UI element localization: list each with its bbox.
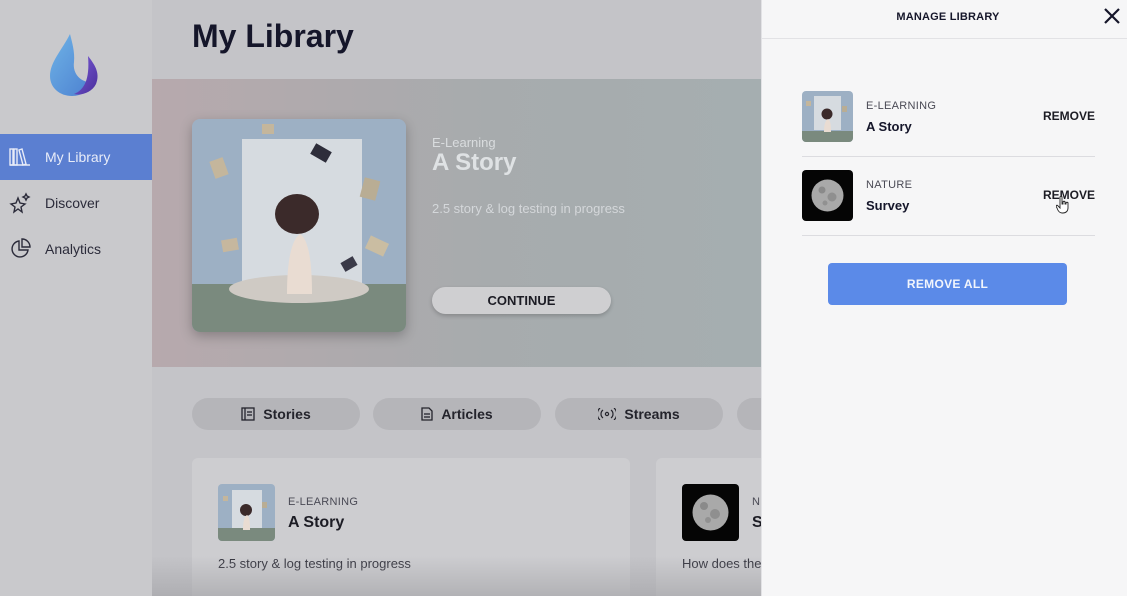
main-content: My Library E-Learning A Story 2.5 story … [152,0,761,596]
pie-chart-icon [9,238,31,260]
card-thumbnail [682,484,739,541]
card-category: E-LEARNING [288,496,359,508]
hero-banner: E-Learning A Story 2.5 story & log testi… [152,79,761,367]
remove-button[interactable]: REMOVE [1043,109,1095,123]
item-thumbnail [802,170,853,221]
library-card[interactable]: N S How does the [656,458,761,596]
drawer-title: MANAGE LIBRARY [896,11,1000,23]
close-icon [1104,8,1120,24]
tab-articles[interactable]: Articles [373,398,541,430]
library-icon [9,146,31,168]
tab-label: Streams [624,406,680,422]
close-button[interactable] [1102,6,1122,26]
drawer-header: MANAGE LIBRARY [762,0,1127,39]
sidebar-item-label: Analytics [45,241,102,257]
tab-label: Stories [263,406,311,422]
card-thumbnail [218,484,275,541]
tab-label: Articles [441,406,493,422]
sparkle-star-icon [9,192,31,214]
hero-cover-image[interactable] [192,119,406,332]
book-icon [241,407,255,421]
continue-button[interactable]: CONTINUE [432,287,611,314]
card-title: S [752,514,761,531]
broadcast-icon [598,408,617,420]
sidebar: My Library Discover Analytics [0,0,152,596]
tab-streams[interactable]: Streams [555,398,723,430]
item-thumbnail [802,91,853,142]
hero-description: 2.5 story & log testing in progress [432,201,625,216]
tab-stories[interactable]: Stories [192,398,360,430]
page-title: My Library [192,18,354,54]
card-category: N [752,496,761,508]
item-category: NATURE [866,179,913,191]
card-title: A Story [288,514,345,531]
sidebar-item-my-library[interactable]: My Library [0,134,152,180]
sidebar-item-analytics[interactable]: Analytics [0,226,152,272]
remove-all-button[interactable]: REMOVE ALL [828,263,1067,305]
sidebar-item-label: My Library [45,149,111,165]
library-item: E-LEARNING A Story REMOVE [802,78,1095,157]
card-description: 2.5 story & log testing in progress [218,556,411,571]
app-logo [48,32,102,98]
library-card[interactable]: E-LEARNING A Story 2.5 story & log testi… [192,458,630,596]
item-title: A Story [866,119,912,134]
manage-library-drawer: MANAGE LIBRARY E-LEARNING A Story REMOVE [761,0,1127,596]
hero-title: A Story [432,149,517,176]
card-description: How does the [682,556,761,571]
document-icon [421,407,433,421]
sidebar-item-label: Discover [45,195,100,211]
item-title: Survey [866,198,910,213]
item-category: E-LEARNING [866,100,937,112]
tab-more[interactable] [737,398,761,430]
hand-cursor-icon [1055,195,1070,214]
hero-category: E-Learning [432,135,496,150]
sidebar-item-discover[interactable]: Discover [0,180,152,226]
library-item: NATURE Survey REMOVE [802,157,1095,236]
